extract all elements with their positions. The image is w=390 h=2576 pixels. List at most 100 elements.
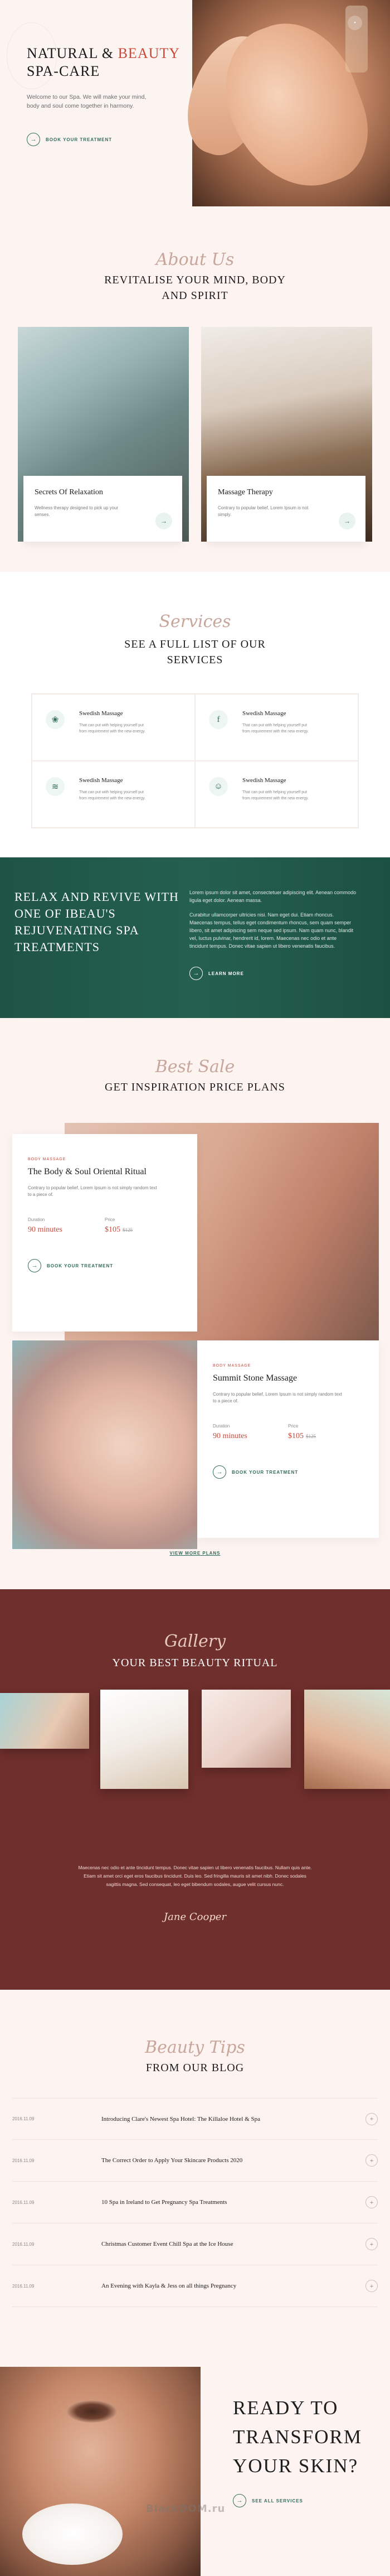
promo-paragraph-1: Lorem ipsum dolor sit amet, consectetuer…: [189, 890, 357, 903]
service-item[interactable]: ❀ Swedish Massage That can put with helpi…: [32, 694, 195, 761]
about-title: REVITALISE YOUR MIND, BODY AND SPIRIT: [0, 272, 390, 303]
price-label: Price: [105, 1217, 115, 1222]
price-plans-section: Best Sale GET INSPIRATION PRICE PLANS BO…: [0, 1018, 390, 1589]
service-title: Swedish Massage: [79, 710, 123, 717]
gallery-image-hands[interactable]: [202, 1690, 291, 1768]
about-card-text: Contrary to popular belief, Lorem Ipsum …: [218, 505, 309, 517]
hero-image: •: [175, 0, 390, 206]
gallery-image-products[interactable]: [100, 1690, 188, 1789]
service-item[interactable]: ☺ Swedish Massage That can put with helpi…: [195, 761, 358, 828]
blog-section: Beauty Tips FROM OUR BLOG 2016.11.09 Int…: [0, 1990, 390, 2367]
blog-date: 2016.11.09: [12, 2158, 35, 2163]
body-icon: ☺: [209, 777, 228, 796]
plan-meta: Duration 90 minutes Price $105 $125: [28, 1217, 182, 1234]
about-script-heading: About Us: [155, 250, 235, 269]
price-old: $125: [123, 1227, 133, 1233]
arrow-right-icon: →: [213, 1465, 226, 1479]
hero-title-accent: BEAUTY: [118, 45, 181, 61]
learn-more-button[interactable]: → LEARN MORE: [189, 967, 357, 980]
see-all-services-label: SEE ALL SERVICES: [252, 2498, 303, 2503]
gallery-image-face[interactable]: [0, 1693, 89, 1749]
about-title-line2: AND SPIRIT: [162, 290, 228, 302]
services-title-line1: SEE A FULL LIST OF OUR: [124, 638, 266, 650]
signature: Jane Cooper: [163, 1911, 227, 1923]
gallery-quote: Maecenas nec odio et ante tincidunt temp…: [78, 1865, 312, 1887]
facebook-f-icon: f: [209, 710, 228, 729]
about-card[interactable]: Massage Therapy Contrary to popular beli…: [201, 327, 372, 542]
promo-paragraph-2: Curabitur ullamcorper ultricies nisi. Na…: [189, 912, 354, 949]
gallery-script-heading: Gallery: [164, 1632, 226, 1651]
view-more-plans-link[interactable]: VIEW MORE PLANS: [0, 1551, 390, 1556]
hero-subtitle: Welcome to our Spa. We will make your mi…: [27, 94, 147, 109]
services-grid: ❀ Swedish Massage That can put with helpi…: [31, 693, 359, 828]
promo-banner: RELAX AND REVIVE WITH ONE OF IBEAU'S REJ…: [0, 857, 390, 1018]
service-title: Swedish Massage: [79, 777, 123, 784]
see-all-services-button[interactable]: → SEE ALL SERVICES: [233, 2494, 378, 2507]
price-value: $105 $125: [105, 1226, 182, 1234]
blog-list-item[interactable]: 2016.11.09 Introducing Clare's Newest Sp…: [12, 2098, 378, 2140]
plan-kicker: BODY MASSAGE: [213, 1364, 251, 1368]
gallery-image-portrait[interactable]: [304, 1690, 390, 1789]
service-text: That can put with helping yourself put f…: [79, 723, 145, 734]
gallery-images: [0, 1690, 390, 1801]
book-treatment-button[interactable]: → BOOK YOUR TREATMENT: [213, 1465, 363, 1479]
skin-closeup-image: [0, 2367, 201, 2576]
about-title-line1: REVITALISE YOUR MIND, BODY: [104, 274, 286, 286]
skin-closeup-eye: [67, 2400, 117, 2423]
plus-icon[interactable]: +: [365, 2112, 378, 2125]
blog-date: 2016.11.09: [12, 2116, 35, 2121]
arrow-right-icon[interactable]: →: [339, 513, 355, 529]
plan-row: BODY MASSAGE Summit Stone Massage Contra…: [0, 1340, 390, 1549]
service-item[interactable]: ≋ Swedish Massage That can put with helpi…: [32, 761, 195, 828]
duration-label: Duration: [213, 1424, 230, 1429]
facial-treatment-image: [12, 1340, 197, 1549]
blog-list-item[interactable]: 2016.11.09 The Correct Order to Apply Yo…: [12, 2140, 378, 2182]
about-card-title: Secrets Of Relaxation: [35, 488, 103, 496]
arrow-right-icon[interactable]: →: [155, 513, 172, 529]
services-title: SEE A FULL LIST OF OUR SERVICES: [0, 636, 390, 668]
book-treatment-button[interactable]: → BOOK YOUR TREATMENT: [28, 1259, 182, 1272]
plan-title: Summit Stone Massage: [213, 1373, 298, 1383]
book-treatment-button[interactable]: → BOOK YOUR TREATMENT: [27, 133, 192, 146]
blog-list-item[interactable]: 2016.11.09 Christmas Customer Event Chil…: [12, 2223, 378, 2265]
blog-date: 2016.11.09: [12, 2199, 35, 2205]
hero-section: NATURAL & BEAUTY SPA-CARE Welcome to our…: [0, 0, 390, 206]
plan-row: BODY MASSAGE The Body & Soul Oriental Ri…: [0, 1123, 390, 1340]
decorative-ring: [7, 22, 57, 89]
blog-script-heading: Beauty Tips: [145, 2038, 245, 2057]
service-item[interactable]: f Swedish Massage That can put with helpi…: [195, 694, 358, 761]
blog-post-title: The Correct Order to Apply Your Skincare…: [101, 2157, 243, 2164]
plus-icon[interactable]: +: [365, 2238, 378, 2250]
about-card[interactable]: Secrets Of Relaxation Wellness therapy d…: [18, 327, 189, 542]
about-section: About Us REVITALISE YOUR MIND, BODY AND …: [0, 206, 390, 572]
blog-list-item[interactable]: 2016.11.09 10 Spa in Ireland to Get Preg…: [12, 2182, 378, 2223]
service-text: That can put with helping yourself put f…: [242, 790, 309, 800]
duration-value: 90 minutes: [28, 1226, 62, 1234]
about-card-box: Massage Therapy Contrary to popular beli…: [207, 476, 365, 542]
price-old: $125: [306, 1434, 316, 1439]
about-card-title: Massage Therapy: [218, 488, 273, 496]
book-treatment-label: BOOK YOUR TREATMENT: [232, 1469, 299, 1475]
price-value: $105 $125: [288, 1432, 363, 1441]
blog-post-title: Christmas Customer Event Chill Spa at th…: [101, 2241, 233, 2247]
about-card-box: Secrets Of Relaxation Wellness therapy d…: [23, 476, 182, 542]
blog-list-item[interactable]: 2016.11.09 An Evening with Kayla & Jess …: [12, 2265, 378, 2307]
price-current: $105: [288, 1432, 304, 1440]
promo-text: Lorem ipsum dolor sit amet, consectetuer…: [189, 889, 357, 1018]
blog-post-title: An Evening with Kayla & Jess on all thin…: [101, 2283, 237, 2289]
plus-icon[interactable]: +: [365, 2280, 378, 2292]
blog-list: 2016.11.09 Introducing Clare's Newest Sp…: [12, 2098, 378, 2307]
book-treatment-label: BOOK YOUR TREATMENT: [46, 137, 113, 142]
plus-icon[interactable]: +: [365, 2154, 378, 2167]
hero-text-block: NATURAL & BEAUTY SPA-CARE Welcome to our…: [0, 0, 192, 206]
leaf-face-icon: ❀: [46, 710, 65, 729]
services-script-heading: Services: [159, 612, 231, 631]
plus-icon[interactable]: +: [365, 2196, 378, 2208]
blog-post-title: 10 Spa in Ireland to Get Pregnancy Spa T…: [101, 2199, 227, 2206]
ready-text: READY TO TRANSFORM YOUR SKIN? → SEE ALL …: [201, 2367, 378, 2576]
plan-desc: Contrary to popular belief, Lorem Ipsum …: [28, 1185, 157, 1197]
hero-image-badge[interactable]: •: [348, 16, 362, 30]
plan-card: BODY MASSAGE Summit Stone Massage Contra…: [197, 1340, 379, 1538]
promo-heading: RELAX AND REVIVE WITH ONE OF IBEAU'S REJ…: [14, 890, 179, 954]
arrow-right-icon: →: [27, 133, 40, 146]
